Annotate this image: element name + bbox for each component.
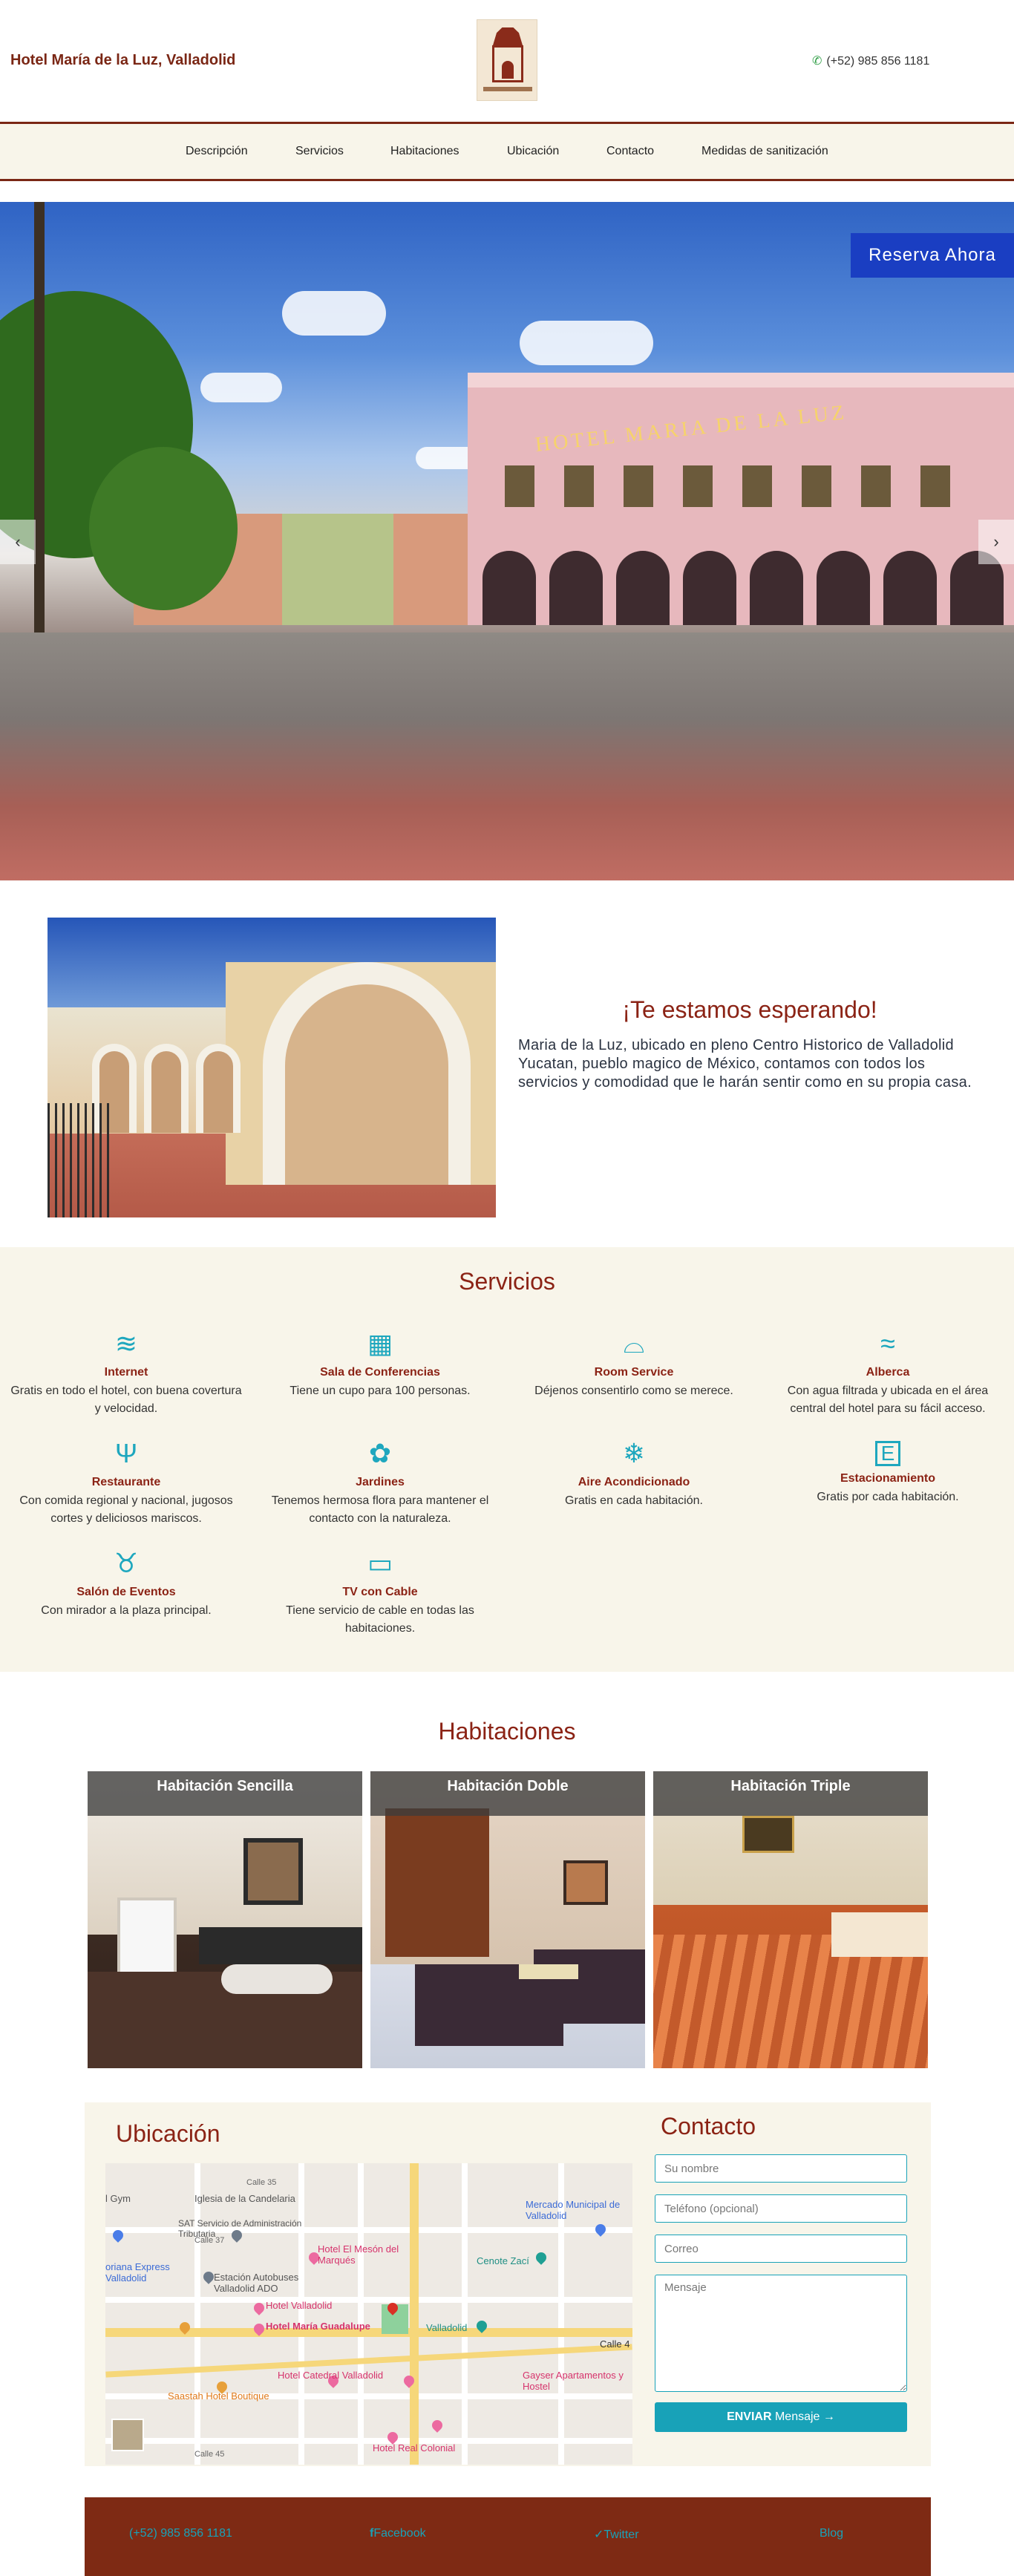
contact-title: Contacto [661, 2113, 756, 2139]
service-conferencias: ▦ Sala de Conferencias Tiene un cupo par… [290, 1328, 471, 1397]
room-caption-triple: Habitación Triple [653, 1771, 928, 1816]
hero-carousel: HOTEL MARIA DE LA LUZ [0, 202, 1014, 880]
parking-icon: E [875, 1441, 900, 1466]
map-pin-icon [593, 2222, 608, 2237]
footer-phone-link[interactable]: (+52) 985 856 1181 [129, 2527, 232, 2540]
wifi-icon: ≋ [114, 1328, 138, 1359]
snowflake-icon: ❄ [622, 1438, 646, 1468]
site-footer: (+52) 985 856 1181 fFacebook ✓Twitter Bl… [85, 2497, 931, 2576]
twitter-icon: ✓ [594, 2528, 604, 2541]
service-tv: ▭ TV con Cable Tiene servicio de cable e… [286, 1548, 474, 1635]
main-nav: Descripción Servicios Habitaciones Ubica… [0, 122, 1014, 181]
carousel-prev-button[interactable]: ‹ [0, 520, 36, 564]
header-phone[interactable]: ✆ (+52) 985 856 1181 [812, 53, 929, 68]
hotel-logo[interactable] [477, 19, 537, 101]
room-card-sencilla[interactable]: Habitación Sencilla [88, 1771, 362, 2068]
header-phone-number: (+52) 985 856 1181 [826, 55, 930, 68]
footer-blog-link[interactable]: Blog [820, 2527, 843, 2540]
map-layer-toggle[interactable] [111, 2419, 144, 2451]
map-pin-icon [534, 2250, 549, 2265]
service-room-service: ⌓ Room Service Déjenos consentirlo como … [534, 1328, 733, 1397]
conference-icon: ▦ [367, 1328, 393, 1359]
nav-item-ubicacion[interactable]: Ubicación [507, 145, 559, 158]
site-header: Hotel María de la Luz, Valladolid ✆ (+52)… [0, 0, 1014, 122]
services-section: Servicios ≋ Internet Gratis en todo el h… [0, 1247, 1014, 1672]
cheers-icon: ♉ [114, 1548, 139, 1578]
contact-message-input[interactable] [655, 2275, 907, 2392]
welcome-text: Maria de la Luz, ubicado en pleno Centro… [518, 1037, 972, 1091]
service-jardines: ✿ Jardines Tenemos hermosa flora para ma… [271, 1438, 489, 1525]
location-map[interactable]: Iglesia de la Candelaria SAT Servicio de… [105, 2163, 632, 2465]
send-message-button[interactable]: ENVIAR Mensaje → [655, 2402, 907, 2432]
room-service-icon: ⌓ [623, 1328, 645, 1359]
service-internet: ≋ Internet Gratis en todo el hotel, con … [10, 1328, 242, 1415]
carousel-next-button[interactable]: › [978, 520, 1014, 564]
location-title: Ubicación [116, 2120, 220, 2147]
rooms-title: Habitaciones [438, 1718, 576, 1745]
restaurant-icon: Ψ [114, 1438, 138, 1468]
nav-item-contacto[interactable]: Contacto [606, 145, 654, 158]
phone-icon: ✆ [812, 55, 822, 68]
map-pin-icon [252, 2301, 266, 2315]
room-card-doble[interactable]: Habitación Doble [370, 1771, 645, 2068]
welcome-title: ¡Te estamos esperando! [622, 996, 877, 1023]
site-brand[interactable]: Hotel María de la Luz, Valladolid [10, 52, 235, 69]
garden-icon: ✿ [368, 1438, 392, 1468]
nav-item-descripcion[interactable]: Descripción [186, 145, 248, 158]
service-aire: ❄ Aire Acondicionado Gratis en cada habi… [565, 1438, 703, 1507]
service-eventos: ♉ Salón de Eventos Con mirador a la plaz… [41, 1548, 212, 1617]
contact-phone-input[interactable] [655, 2194, 907, 2223]
services-title: Servicios [459, 1268, 555, 1295]
service-alberca: ≈ Alberca Con agua filtrada y ubicada en… [787, 1328, 989, 1415]
room-caption-doble: Habitación Doble [370, 1771, 645, 1816]
nav-item-habitaciones[interactable]: Habitaciones [390, 145, 459, 158]
tv-icon: ▭ [367, 1548, 393, 1578]
service-restaurante: Ψ Restaurante Con comida regional y naci… [19, 1438, 233, 1525]
nav-item-sanitizacion[interactable]: Medidas de sanitización [701, 145, 828, 158]
nav-item-servicios[interactable]: Servicios [295, 145, 344, 158]
hero-plaza [0, 632, 1014, 880]
room-card-triple[interactable]: Habitación Triple [653, 1771, 928, 2068]
reserve-now-button[interactable]: Reserva Ahora [851, 233, 1014, 278]
pool-icon: ≈ [880, 1328, 895, 1359]
contact-name-input[interactable] [655, 2154, 907, 2183]
service-estacionamiento: E Estacionamiento Gratis por cada habita… [817, 1441, 959, 1503]
map-pin-icon [430, 2418, 445, 2433]
room-caption-sencilla: Habitación Sencilla [88, 1771, 362, 1816]
contact-email-input[interactable] [655, 2235, 907, 2263]
welcome-photo [48, 918, 496, 1217]
footer-facebook-link[interactable]: fFacebook [370, 2527, 426, 2540]
footer-twitter-link[interactable]: ✓Twitter [594, 2527, 639, 2542]
